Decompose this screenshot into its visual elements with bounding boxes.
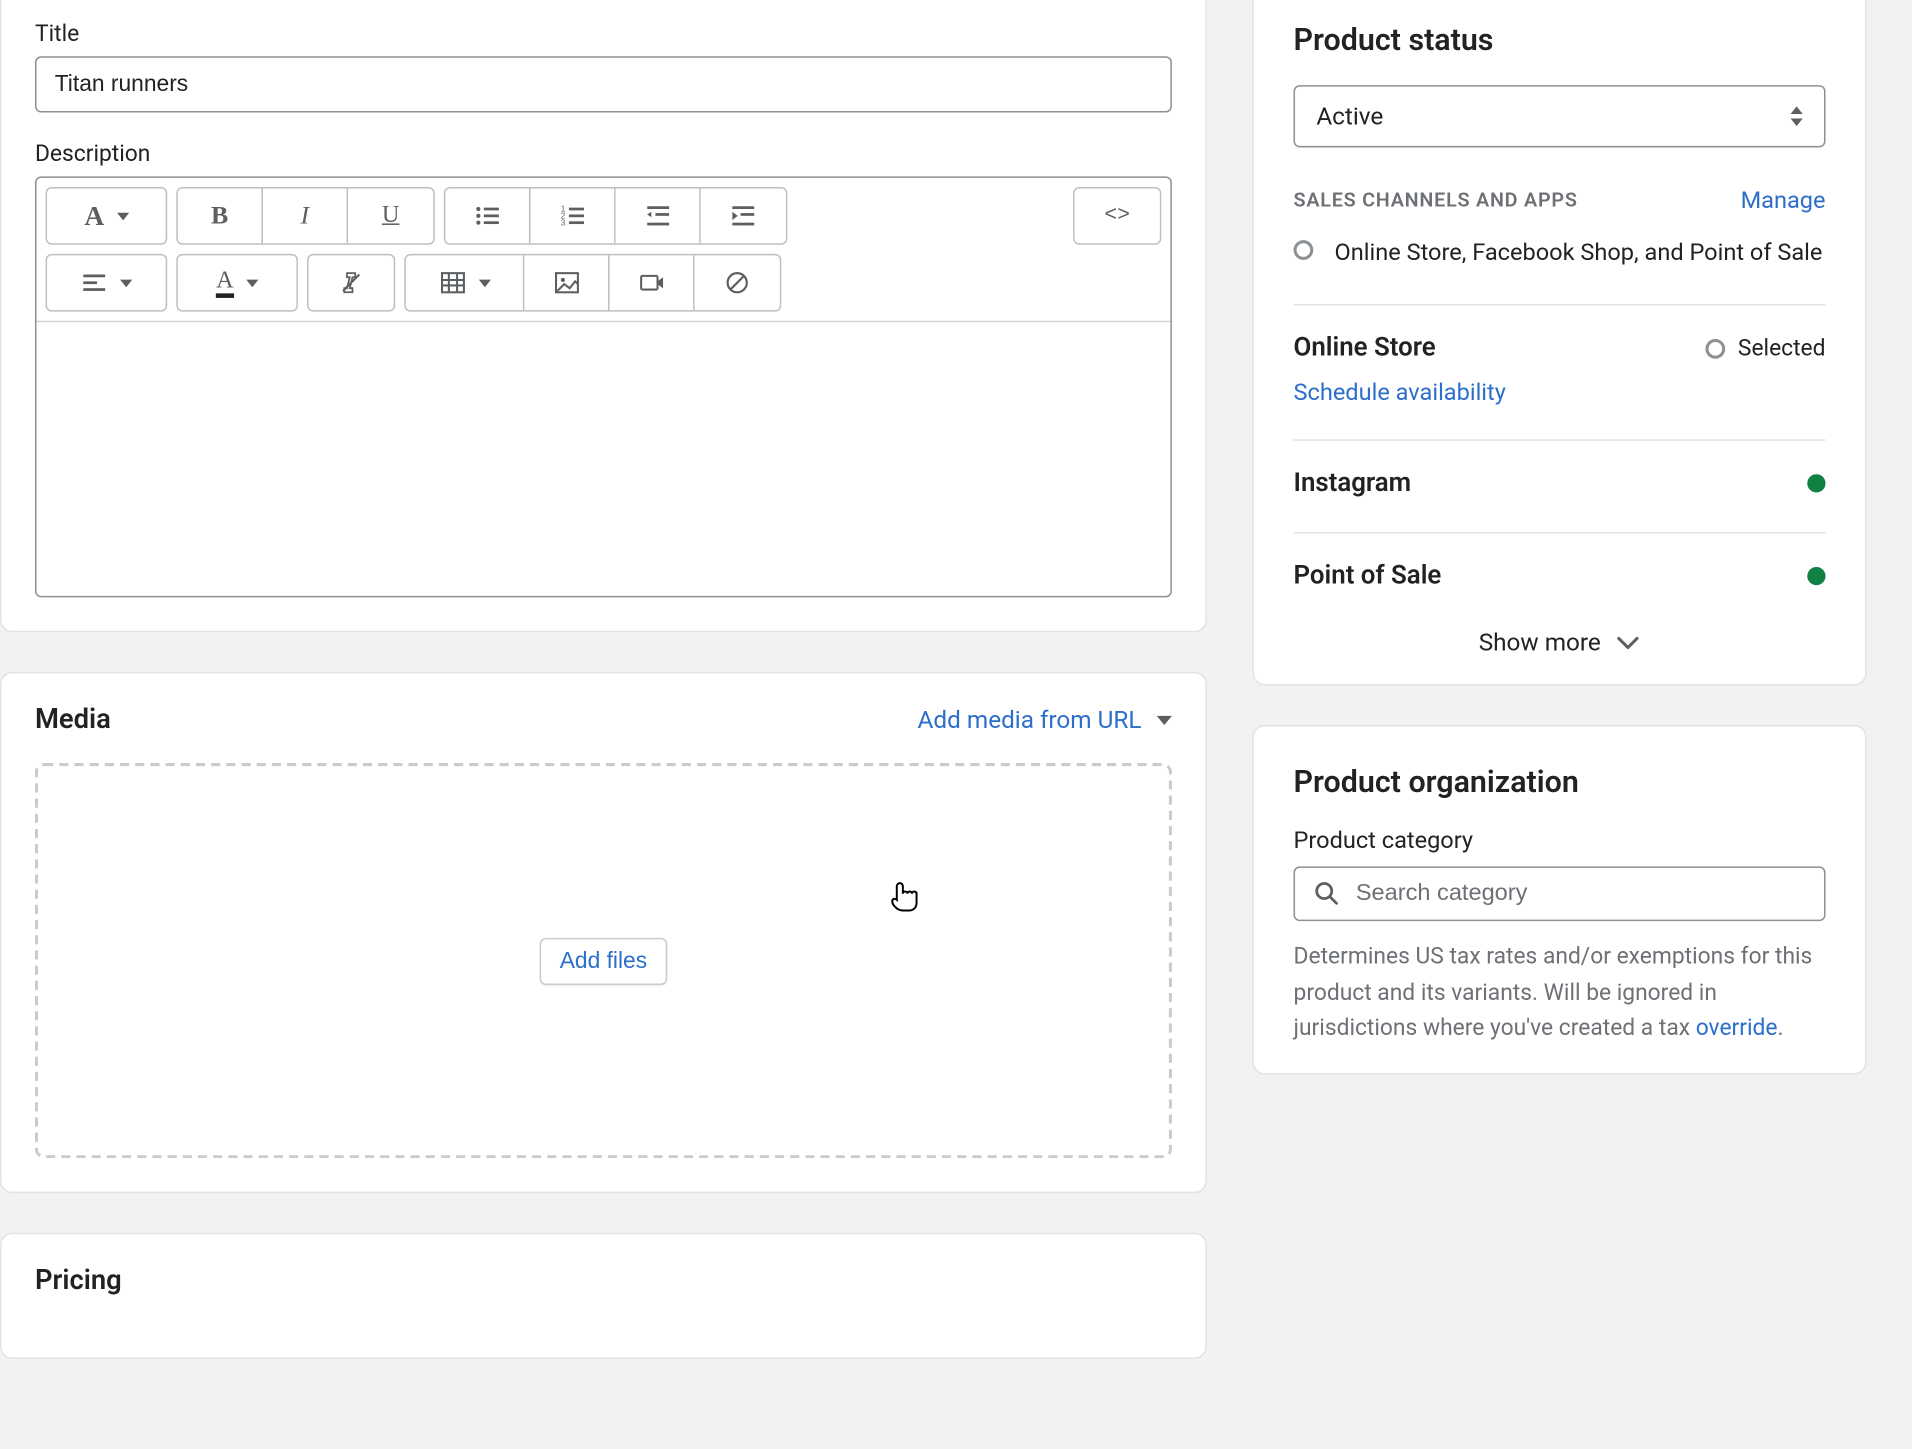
- chevron-down-icon: [246, 279, 258, 287]
- schedule-availability-link[interactable]: Schedule availability: [1294, 379, 1506, 406]
- rte-outdent-button[interactable]: [616, 188, 701, 243]
- italic-icon: I: [300, 201, 309, 231]
- chevron-down-icon: [478, 279, 490, 287]
- rte-toolbar: A B I U: [36, 178, 1170, 322]
- show-more-button[interactable]: Show more: [1294, 622, 1826, 657]
- indent-icon: [730, 202, 757, 229]
- status-dot-active-icon: [1807, 567, 1825, 585]
- chevron-down-icon: [116, 212, 128, 220]
- manage-channels-link[interactable]: Manage: [1741, 187, 1826, 214]
- product-organization-card: Product organization Product category De…: [1252, 725, 1866, 1074]
- title-input[interactable]: [35, 56, 1172, 112]
- product-status-value: Active: [1316, 102, 1383, 131]
- media-card: Media Add media from URL Add files: [0, 672, 1207, 1193]
- rte-underline-button[interactable]: U: [348, 188, 433, 243]
- divider: [1294, 304, 1826, 306]
- status-dot-active-icon: [1807, 475, 1825, 493]
- divider: [1294, 532, 1826, 534]
- product-status-heading: Product status: [1294, 21, 1826, 57]
- online-store-label: Online Store: [1294, 333, 1436, 363]
- add-files-button[interactable]: Add files: [540, 937, 667, 984]
- channels-summary-text: Online Store, Facebook Shop, and Point o…: [1335, 236, 1823, 271]
- product-category-help: Determines US tax rates and/or exemption…: [1294, 940, 1826, 1046]
- description-textarea[interactable]: [36, 322, 1170, 596]
- rte-image-button[interactable]: [524, 255, 609, 310]
- status-circle-icon: [1294, 240, 1314, 260]
- product-category-label: Product category: [1294, 827, 1826, 854]
- instagram-row: Instagram: [1294, 469, 1826, 499]
- product-category-input[interactable]: [1356, 880, 1806, 907]
- bold-icon: B: [211, 201, 228, 231]
- selected-label: Selected: [1738, 335, 1826, 362]
- rte-numbered-list-button[interactable]: 123: [530, 188, 615, 243]
- help-text-post: .: [1777, 1013, 1783, 1040]
- media-dropzone[interactable]: Add files: [35, 763, 1172, 1158]
- clear-format-icon: [337, 269, 364, 296]
- chevron-down-icon: [1157, 715, 1172, 724]
- status-circle-icon: [1706, 339, 1726, 359]
- underline-icon: U: [382, 202, 400, 229]
- bulleted-list-icon: [473, 202, 500, 229]
- add-media-url-label: Add media from URL: [918, 705, 1142, 734]
- product-category-search[interactable]: [1294, 867, 1826, 922]
- code-icon: <>: [1104, 204, 1130, 228]
- divider: [1294, 440, 1826, 442]
- rte-video-button[interactable]: [610, 255, 695, 310]
- media-heading: Media: [35, 704, 111, 736]
- search-icon: [1313, 880, 1340, 907]
- rte-align-dropdown[interactable]: [47, 255, 166, 310]
- add-media-from-url-button[interactable]: Add media from URL: [918, 705, 1172, 734]
- rte-block-button[interactable]: [695, 255, 780, 310]
- text-color-icon: A: [216, 268, 234, 297]
- instagram-label: Instagram: [1294, 469, 1412, 499]
- product-status-select[interactable]: Active: [1294, 85, 1826, 147]
- channels-summary-row: Online Store, Facebook Shop, and Point o…: [1294, 236, 1826, 271]
- pricing-heading: Pricing: [35, 1265, 1172, 1297]
- product-basics-card: Title Description A B: [0, 0, 1207, 632]
- rte-italic-button[interactable]: I: [263, 188, 348, 243]
- font-icon: A: [84, 200, 104, 232]
- block-icon: [724, 269, 751, 296]
- numbered-list-icon: 123: [559, 202, 586, 229]
- rte-indent-button[interactable]: [701, 188, 786, 243]
- pos-label: Point of Sale: [1294, 561, 1442, 591]
- description-label: Description: [35, 140, 1172, 167]
- rte-text-color-dropdown[interactable]: A: [178, 255, 297, 310]
- rte-table-dropdown[interactable]: [406, 255, 525, 310]
- image-icon: [553, 269, 580, 296]
- selected-indicator: Selected: [1706, 335, 1826, 362]
- sales-channels-subhead: SALES CHANNELS AND APPS: [1294, 189, 1578, 212]
- product-organization-heading: Product organization: [1294, 763, 1826, 799]
- description-editor: A B I U: [35, 176, 1172, 597]
- table-icon: [439, 269, 466, 296]
- outdent-icon: [644, 202, 671, 229]
- rte-html-button[interactable]: <>: [1075, 188, 1160, 243]
- pos-row: Point of Sale: [1294, 561, 1826, 591]
- online-store-row: Online Store Selected: [1294, 333, 1826, 363]
- cursor-icon: [889, 880, 919, 921]
- title-label: Title: [35, 20, 1172, 47]
- align-left-icon: [81, 269, 108, 296]
- pricing-card: Pricing: [0, 1233, 1207, 1359]
- product-status-card: Product status Active SALES CHANNELS AND…: [1252, 0, 1866, 686]
- video-icon: [638, 269, 665, 296]
- select-caret-icon: [1791, 106, 1803, 126]
- override-link[interactable]: override: [1696, 1013, 1778, 1040]
- chevron-down-icon: [1616, 635, 1640, 650]
- show-more-label: Show more: [1479, 628, 1601, 657]
- rte-paragraph-style-dropdown[interactable]: A: [47, 188, 166, 243]
- chevron-down-icon: [120, 279, 132, 287]
- rte-bold-button[interactable]: B: [178, 188, 263, 243]
- rte-bulleted-list-button[interactable]: [445, 188, 530, 243]
- svg-text:3: 3: [560, 218, 565, 227]
- rte-clear-formatting-button[interactable]: [309, 255, 394, 310]
